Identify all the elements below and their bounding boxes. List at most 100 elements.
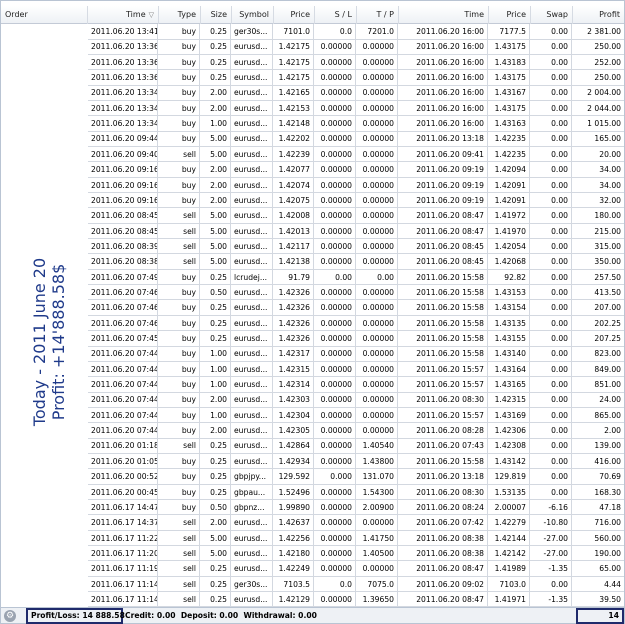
sl-cell: 0.00000 xyxy=(314,315,356,331)
table-row[interactable]: 2011.06.20 07:46 buy 0.25 eurusd... 1.42326 0… xyxy=(88,315,624,332)
table-row[interactable]: 2011.06.20 09:16 buy 2.00 eurusd... 1.42077 0… xyxy=(88,162,624,178)
col-header-size-label: Size xyxy=(210,10,227,19)
col-header-close-price[interactable]: Price xyxy=(489,6,531,24)
gear-icon[interactable]: ⚙ xyxy=(4,610,16,622)
swap-cell: 0.00 xyxy=(530,423,572,439)
type-cell: buy xyxy=(158,453,200,469)
table-row[interactable]: 2011.06.17 11:20 sell 5.00 eurusd... 1.42180… xyxy=(88,545,624,562)
table-row[interactable]: 2011.06.20 13:36 buy 0.25 eurusd... 1.42175 0… xyxy=(88,54,624,71)
close-time-cell: 2011.06.20 15:58 xyxy=(398,284,488,300)
size-cell: 2.00 xyxy=(200,162,231,178)
table-row[interactable]: 2011.06.17 11:19 sell 0.25 eurusd... 1.42249… xyxy=(88,561,624,577)
col-header-time[interactable]: Time ▽ xyxy=(88,6,159,24)
table-row[interactable]: 2011.06.20 07:46 buy 0.50 eurusd... 1.42326 0… xyxy=(88,284,624,301)
size-cell: 2.00 xyxy=(200,177,231,193)
table-row[interactable]: 2011.06.20 07:44 buy 1.00 eurusd... 1.42304 0… xyxy=(88,407,624,424)
open-time-cell: 2011.06.20 13:36 xyxy=(88,54,158,70)
col-header-sl[interactable]: S / L xyxy=(315,6,357,24)
table-row[interactable]: 2011.06.20 13:36 buy 0.25 eurusd... 1.42175 0… xyxy=(88,70,624,86)
tp-cell: 0.00000 xyxy=(356,39,398,55)
profit-cell: 4.44 xyxy=(604,579,621,589)
col-header-price[interactable]: Price xyxy=(274,6,315,24)
close-time-cell: 2011.06.20 16:00 xyxy=(398,85,488,101)
tp-cell: 1.41750 xyxy=(356,530,398,546)
table-row[interactable]: 2011.06.20 07:49 buy 0.25 lcrudej... 91.79 0.… xyxy=(88,269,624,286)
open-time-cell: 2011.06.20 07:44 xyxy=(88,423,158,439)
table-row[interactable]: 2011.06.20 07:45 buy 0.25 eurusd... 1.42326 0… xyxy=(88,331,624,347)
profit-cell: 190.00 xyxy=(594,548,621,558)
col-header-price-label: Price xyxy=(290,10,310,19)
withdrawal-total: Withdrawal: 0.00 xyxy=(243,611,317,620)
col-header-profit[interactable]: Profit xyxy=(573,6,624,24)
table-row[interactable]: 2011.06.20 07:44 buy 2.00 eurusd... 1.42303 0… xyxy=(88,392,624,408)
profit-cell: 315.00 xyxy=(594,241,621,251)
tp-cell: 0.00000 xyxy=(356,331,398,346)
table-row[interactable]: 2011.06.20 07:44 buy 1.00 eurusd... 1.42317 0… xyxy=(88,346,624,362)
swap-cell: 0.00 xyxy=(530,377,572,393)
sl-cell: 0.00000 xyxy=(314,208,356,224)
close-price-cell: 1.43165 xyxy=(488,377,530,393)
close-time-cell: 2011.06.20 09:41 xyxy=(398,146,488,162)
table-row[interactable]: 2011.06.20 01:05 buy 0.25 eurusd... 1.42934 0… xyxy=(88,453,624,470)
table-row[interactable]: 2011.06.20 09:44 buy 5.00 eurusd... 1.42202 0… xyxy=(88,131,624,147)
symbol-cell: eurusd... xyxy=(231,407,273,423)
close-time-cell: 2011.06.20 08:47 xyxy=(398,591,488,607)
col-header-size[interactable]: Size xyxy=(201,6,232,24)
open-time-cell: 2011.06.20 08:38 xyxy=(88,254,158,270)
table-row[interactable]: 2011.06.20 00:52 buy 0.25 gbpjpy... 129.592 0… xyxy=(88,469,624,485)
tp-cell: 0.00000 xyxy=(356,238,398,254)
col-header-tp[interactable]: T / P xyxy=(357,6,399,24)
tp-cell: 0.00000 xyxy=(356,192,398,208)
table-row[interactable]: 2011.06.17 14:47 buy 0.50 gbpnz... 1.99890 0.… xyxy=(88,499,624,516)
table-row[interactable]: 2011.06.20 00:45 buy 0.25 gbpau... 1.52496 0.… xyxy=(88,484,624,500)
open-time-cell: 2011.06.20 08:39 xyxy=(88,238,158,254)
swap-cell: 0.00 xyxy=(530,361,572,377)
profit-cell: 47.18 xyxy=(599,502,621,512)
tp-cell: 1.43800 xyxy=(356,453,398,469)
table-row[interactable]: 2011.06.17 14:37 sell 2.00 eurusd... 1.42637… xyxy=(88,515,624,531)
symbol-cell: eurusd... xyxy=(231,300,273,316)
col-header-order[interactable]: Order xyxy=(1,6,88,24)
symbol-cell: eurusd... xyxy=(231,131,273,147)
swap-cell: 0.00 xyxy=(530,269,572,285)
col-header-profit-label: Profit xyxy=(599,10,620,19)
table-row[interactable]: 2011.06.20 08:38 sell 5.00 eurusd... 1.42138… xyxy=(88,254,624,270)
table-row[interactable]: 2011.06.20 07:46 buy 0.25 eurusd... 1.42326 0… xyxy=(88,300,624,316)
table-row[interactable]: 2011.06.20 13:34 buy 2.00 eurusd... 1.42165 0… xyxy=(88,85,624,101)
tp-cell: 0.00000 xyxy=(356,223,398,239)
table-row[interactable]: 2011.06.20 07:44 buy 1.00 eurusd... 1.42315 0… xyxy=(88,361,624,378)
open-time-cell: 2011.06.20 07:45 xyxy=(88,331,158,346)
type-cell: buy xyxy=(158,116,200,132)
table-row[interactable]: 2011.06.17 11:22 sell 5.00 eurusd... 1.42256… xyxy=(88,530,624,547)
table-row[interactable]: 2011.06.20 13:41 buy 0.25 ger30s... 7101.0 0.… xyxy=(88,24,624,40)
col-header-type[interactable]: Type xyxy=(159,6,201,24)
table-row[interactable]: 2011.06.20 08:39 sell 5.00 eurusd... 1.42117… xyxy=(88,238,624,255)
table-row[interactable]: 2011.06.17 11:14 sell 0.25 ger30s... 7103.5 0… xyxy=(88,576,624,593)
table-row[interactable]: 2011.06.17 11:14 sell 0.25 eurusd... 1.42129… xyxy=(88,591,624,607)
table-row[interactable]: 2011.06.20 08:45 sell 5.00 eurusd... 1.42013… xyxy=(88,223,624,240)
swap-cell: 0.00 xyxy=(530,331,572,346)
size-cell: 0.25 xyxy=(200,484,231,500)
symbol-cell: eurusd... xyxy=(231,591,273,607)
open-time-cell: 2011.06.20 13:34 xyxy=(88,116,158,132)
table-row[interactable]: 2011.06.20 13:36 buy 0.25 eurusd... 1.42175 0… xyxy=(88,39,624,55)
col-header-swap[interactable]: Swap xyxy=(531,6,573,24)
table-row[interactable]: 2011.06.20 09:40 sell 5.00 eurusd... 1.42239… xyxy=(88,146,624,163)
swap-cell: 0.00 xyxy=(530,146,572,162)
close-time-cell: 2011.06.20 08:45 xyxy=(398,238,488,254)
table-row[interactable]: 2011.06.20 07:44 buy 1.00 eurusd... 1.42314 0… xyxy=(88,377,624,393)
close-time-cell: 2011.06.20 09:02 xyxy=(398,576,488,592)
table-row[interactable]: 2011.06.20 13:34 buy 2.00 eurusd... 1.42153 0… xyxy=(88,100,624,117)
table-row[interactable]: 2011.06.20 09:16 buy 2.00 eurusd... 1.42074 0… xyxy=(88,177,624,193)
table-row[interactable]: 2011.06.20 07:44 buy 2.00 eurusd... 1.42305 0… xyxy=(88,423,624,439)
table-row[interactable]: 2011.06.20 08:45 sell 5.00 eurusd... 1.42008… xyxy=(88,208,624,224)
table-row[interactable]: 2011.06.20 01:18 sell 0.25 eurusd... 1.42864… xyxy=(88,438,624,454)
col-header-symbol[interactable]: Symbol xyxy=(232,6,274,24)
col-header-close-time[interactable]: Time xyxy=(399,6,489,24)
profit-cell: 2 004.00 xyxy=(587,88,621,98)
price-cell: 1.42637 xyxy=(273,515,314,531)
price-cell: 1.42317 xyxy=(273,346,314,362)
type-cell: buy xyxy=(158,469,200,485)
table-row[interactable]: 2011.06.20 13:34 buy 1.00 eurusd... 1.42148 0… xyxy=(88,116,624,132)
table-row[interactable]: 2011.06.20 09:16 buy 2.00 eurusd... 1.42075 0… xyxy=(88,192,624,209)
